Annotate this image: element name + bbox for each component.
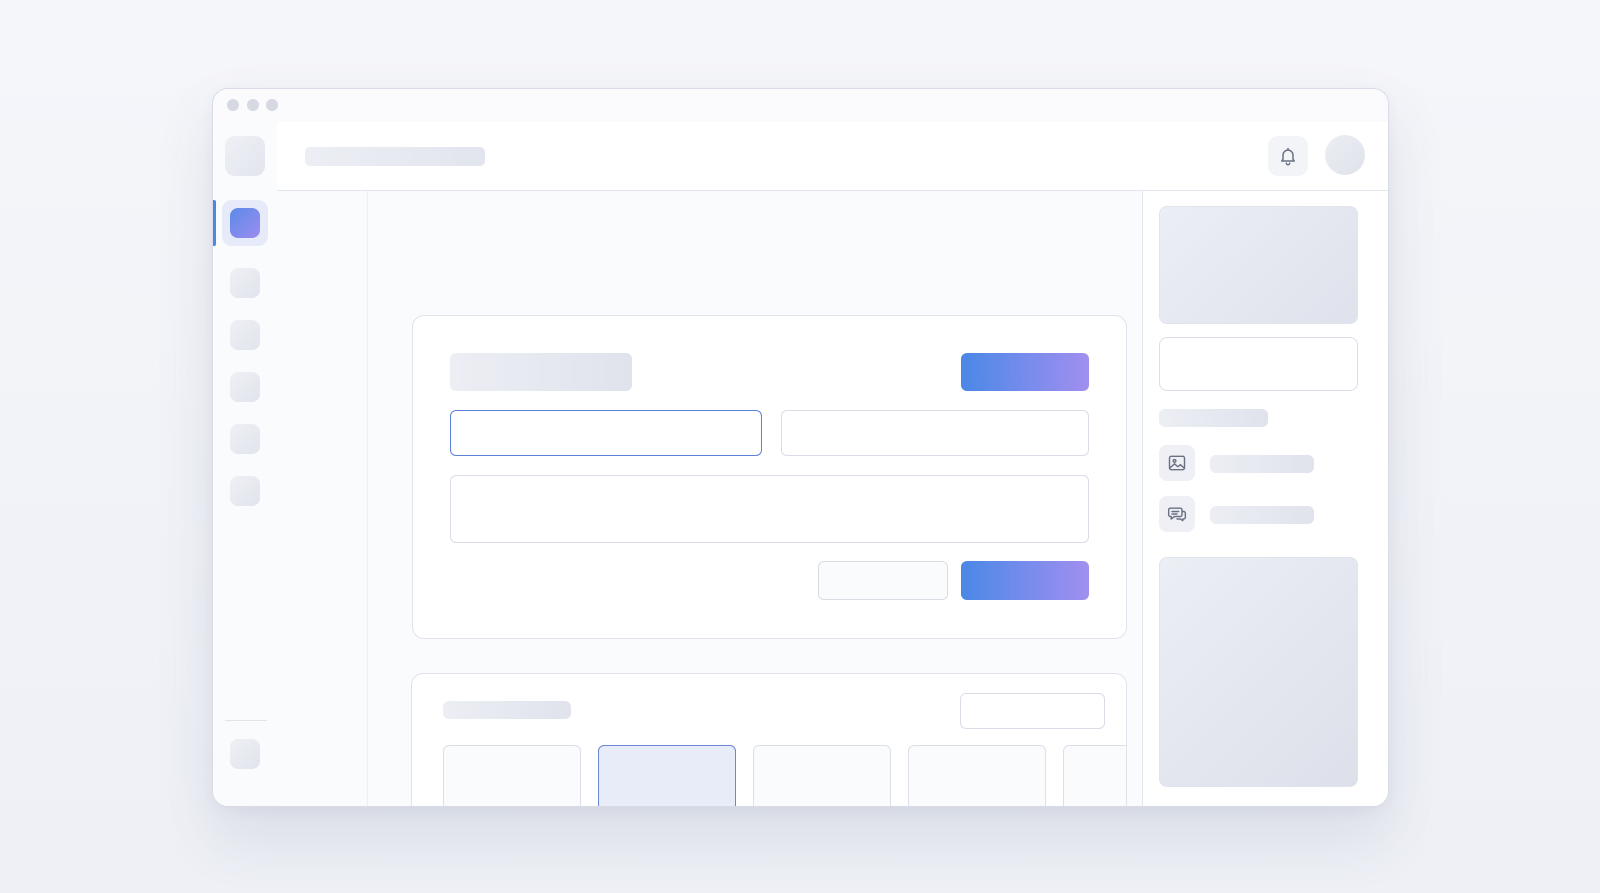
gallery-tile-1[interactable] <box>443 745 581 806</box>
image-icon <box>1168 455 1186 471</box>
top-bar <box>277 122 1388 191</box>
main-content <box>277 191 1142 806</box>
first-input-field[interactable] <box>450 410 762 456</box>
panel-list-item-label-1 <box>1210 455 1314 473</box>
panel-input-placeholder[interactable] <box>1159 337 1358 391</box>
settings-icon[interactable] <box>230 739 260 769</box>
gallery-tile-3[interactable] <box>753 745 891 806</box>
primary-action-button[interactable] <box>961 353 1089 391</box>
gallery-action-button[interactable] <box>960 693 1105 729</box>
gallery-title-placeholder <box>443 701 571 719</box>
close-window-button[interactable] <box>227 99 239 111</box>
notifications-button[interactable] <box>1268 136 1308 176</box>
description-textarea[interactable] <box>450 475 1089 543</box>
sidebar-divider <box>225 720 267 721</box>
panel-section-title-placeholder <box>1159 409 1268 427</box>
avatar[interactable] <box>1325 135 1365 175</box>
sidebar-item-1[interactable] <box>230 268 260 298</box>
gallery-tile-4[interactable] <box>908 745 1046 806</box>
active-nav-icon <box>230 208 260 238</box>
page-title-placeholder <box>305 147 485 166</box>
bell-icon <box>1281 147 1295 166</box>
content-gutter <box>277 191 368 806</box>
panel-list-item-label-2 <box>1210 506 1314 524</box>
gallery-tile-2-selected[interactable] <box>598 745 736 806</box>
panel-media-placeholder <box>1159 557 1358 787</box>
app-window <box>212 88 1389 807</box>
sidebar-item-5[interactable] <box>230 476 260 506</box>
form-card <box>412 315 1127 639</box>
title-bar <box>213 89 1388 123</box>
second-input-field[interactable] <box>781 410 1089 456</box>
sidebar-item-active[interactable] <box>222 200 268 246</box>
cancel-button[interactable] <box>818 561 948 600</box>
minimize-window-button[interactable] <box>247 99 259 111</box>
sidebar-item-2[interactable] <box>230 320 260 350</box>
sidebar <box>213 122 278 806</box>
right-panel <box>1142 191 1388 806</box>
sidebar-item-3[interactable] <box>230 372 260 402</box>
gallery-tile-5[interactable] <box>1063 745 1126 806</box>
gallery-card <box>411 673 1127 806</box>
submit-button[interactable] <box>961 561 1089 600</box>
panel-list-item-image[interactable] <box>1159 445 1195 481</box>
active-indicator <box>213 200 216 246</box>
preview-image-placeholder <box>1159 206 1358 324</box>
app-logo-icon[interactable] <box>225 136 265 176</box>
panel-list-item-chat[interactable] <box>1159 496 1195 532</box>
sidebar-item-4[interactable] <box>230 424 260 454</box>
chat-icon <box>1167 507 1187 522</box>
form-title-placeholder <box>450 353 632 391</box>
maximize-window-button[interactable] <box>266 99 278 111</box>
